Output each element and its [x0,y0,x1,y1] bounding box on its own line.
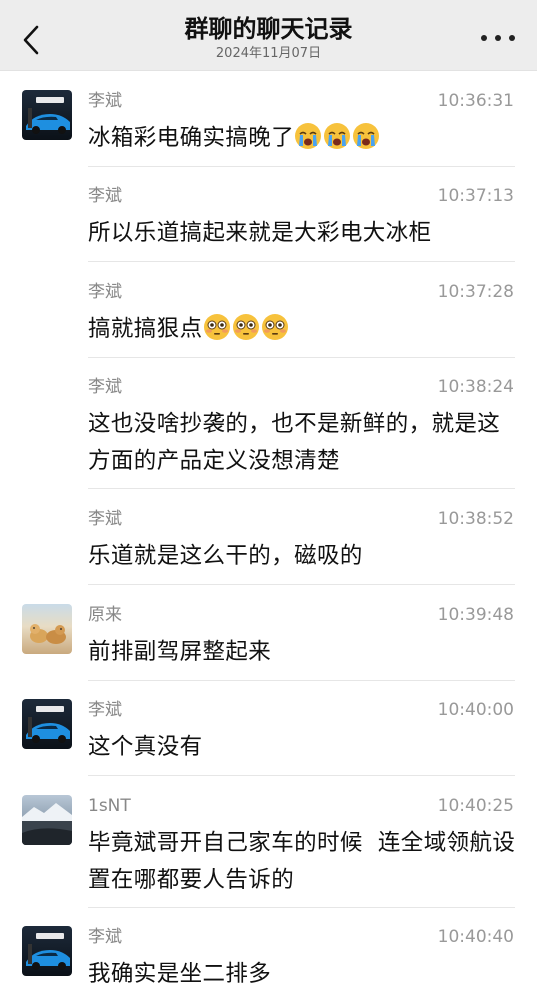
flushed-face-icon [261,314,288,340]
message-text-content: 冰箱彩电确实搞晚了 [88,125,295,151]
message-time: 10:38:24 [437,377,514,397]
dogs-photo-avatar-icon [22,604,72,654]
sender-name: 李斌 [88,186,122,206]
message-time: 10:40:25 [437,796,514,816]
car-photo-avatar-icon [22,90,72,140]
more-dot-icon [509,35,515,41]
message-text: 所以乐道搞起来就是大彩电大冰柜 [88,220,432,246]
page-date: 2024年11月07日 [215,46,322,61]
avatar[interactable] [22,926,72,976]
message-text-content: 搞就搞狠点 [88,316,203,342]
divider [88,775,515,776]
divider [88,680,515,681]
more-dot-icon [495,35,501,41]
car-photo-avatar-icon [22,699,72,749]
crying-face-icon [324,123,351,149]
flushed-face-icon [232,314,259,340]
mountain-photo-avatar-icon [22,795,72,845]
sender-name: 李斌 [88,700,122,720]
message-time: 10:36:31 [437,91,514,111]
title-block: 群聊的聊天记录 2024年11月07日 [0,14,537,63]
message-text: 冰箱彩电确实搞晚了 [88,120,518,157]
message-time: 10:39:48 [437,605,514,625]
divider [88,488,515,489]
divider [88,584,515,585]
sender-name: 李斌 [88,91,122,111]
message-text: 这也没啥抄袭的，也不是新鲜的，就是这方面的产品定义没想清楚 [88,411,501,474]
chat-header: 群聊的聊天记录 2024年11月07日 [0,0,537,71]
sender-name: 李斌 [88,927,122,947]
message-time: 10:38:52 [437,509,514,529]
message-text: 这个真没有 [88,734,203,760]
message-time: 10:37:13 [437,186,514,206]
sender-name: 李斌 [88,282,122,302]
avatar[interactable] [22,90,72,140]
crying-face-icon [353,123,380,149]
page-title: 群聊的聊天记录 [184,15,353,43]
divider [88,166,515,167]
more-options-button[interactable] [481,28,515,48]
message-text: 搞就搞狠点 [88,311,518,348]
message-time: 10:37:28 [437,282,514,302]
car-photo-avatar-icon [22,926,72,976]
divider [88,907,515,908]
flushed-face-icon [203,314,230,340]
message-text: 我确实是坐二排多 [88,961,272,987]
message-time: 10:40:40 [437,927,514,947]
message-time: 10:40:00 [437,700,514,720]
sender-name: 原来 [88,605,122,625]
avatar[interactable] [22,699,72,749]
more-dot-icon [481,35,487,41]
message-text: 乐道就是这么干的，磁吸的 [88,543,363,569]
sender-name: 李斌 [88,377,122,397]
divider [88,261,515,262]
crying-face-icon [295,123,322,149]
sender-name: 李斌 [88,509,122,529]
avatar[interactable] [22,604,72,654]
sender-name: 1sNT [88,796,131,816]
message-text: 毕竟斌哥开自己家车的时候 连全域领航设置在哪都要人告诉的 [88,830,516,893]
message-text: 前排副驾屏整起来 [88,639,272,665]
avatar[interactable] [22,795,72,845]
divider [88,357,515,358]
